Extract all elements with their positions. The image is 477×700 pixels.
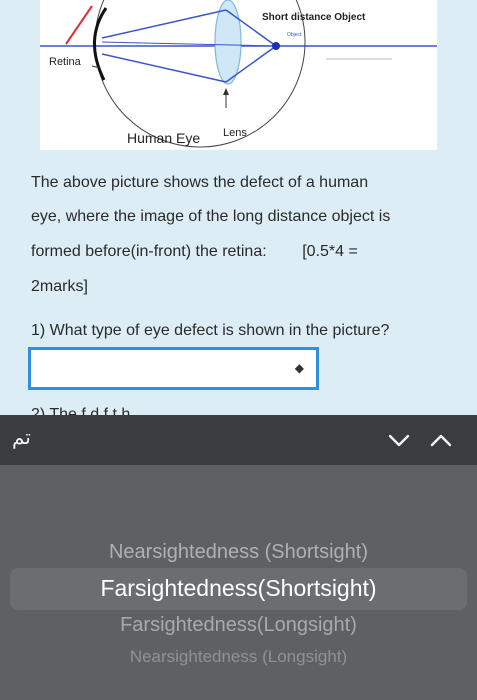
- question-intro-line-3: formed before(in-front) the retina: [0.5…: [31, 243, 358, 260]
- next-question-partial: 2) The f d f t h: [31, 406, 131, 415]
- lens-label: Lens: [223, 127, 247, 139]
- lens-shape: [214, 0, 242, 85]
- picker-toolbar: تم: [0, 415, 477, 465]
- object-label: Object: [287, 32, 302, 38]
- option-picker-wheel[interactable]: Nearsightedness (Shortsight) Farsightedn…: [0, 465, 477, 700]
- picker-option[interactable]: Farsightedness(Longsight): [0, 614, 477, 637]
- object-dot: [272, 42, 280, 50]
- answer-select[interactable]: ◆: [28, 347, 319, 390]
- short-distance-label: Short distance Object: [262, 12, 366, 23]
- human-eye-label: Human Eye: [127, 130, 201, 146]
- question-intro-line-1: The above picture shows the defect of a …: [31, 174, 369, 191]
- done-button[interactable]: تم: [12, 425, 31, 449]
- red-object-arrow: [65, 5, 93, 45]
- question-intro-line-4: 2marks]: [31, 278, 88, 295]
- chevron-down-icon[interactable]: [386, 429, 412, 451]
- retina-curve: [93, 7, 108, 81]
- retina-label: Retina: [49, 56, 81, 68]
- picker-option-selected[interactable]: Farsightedness(Shortsight): [0, 575, 477, 602]
- picker-option[interactable]: Nearsightedness (Longsight): [0, 647, 477, 667]
- question-intro-line-2: eye, where the image of the long distanc…: [31, 208, 391, 225]
- quiz-content: Short distance Object Object Retina Huma…: [0, 0, 477, 415]
- question-1-text: 1) What type of eye defect is shown in t…: [31, 322, 390, 339]
- chevron-up-icon[interactable]: [428, 429, 454, 451]
- select-updown-icon: ◆: [294, 361, 304, 375]
- picker-option[interactable]: Nearsightedness (Shortsight): [0, 541, 477, 564]
- eye-diagram: Short distance Object Object Retina Huma…: [40, 0, 437, 150]
